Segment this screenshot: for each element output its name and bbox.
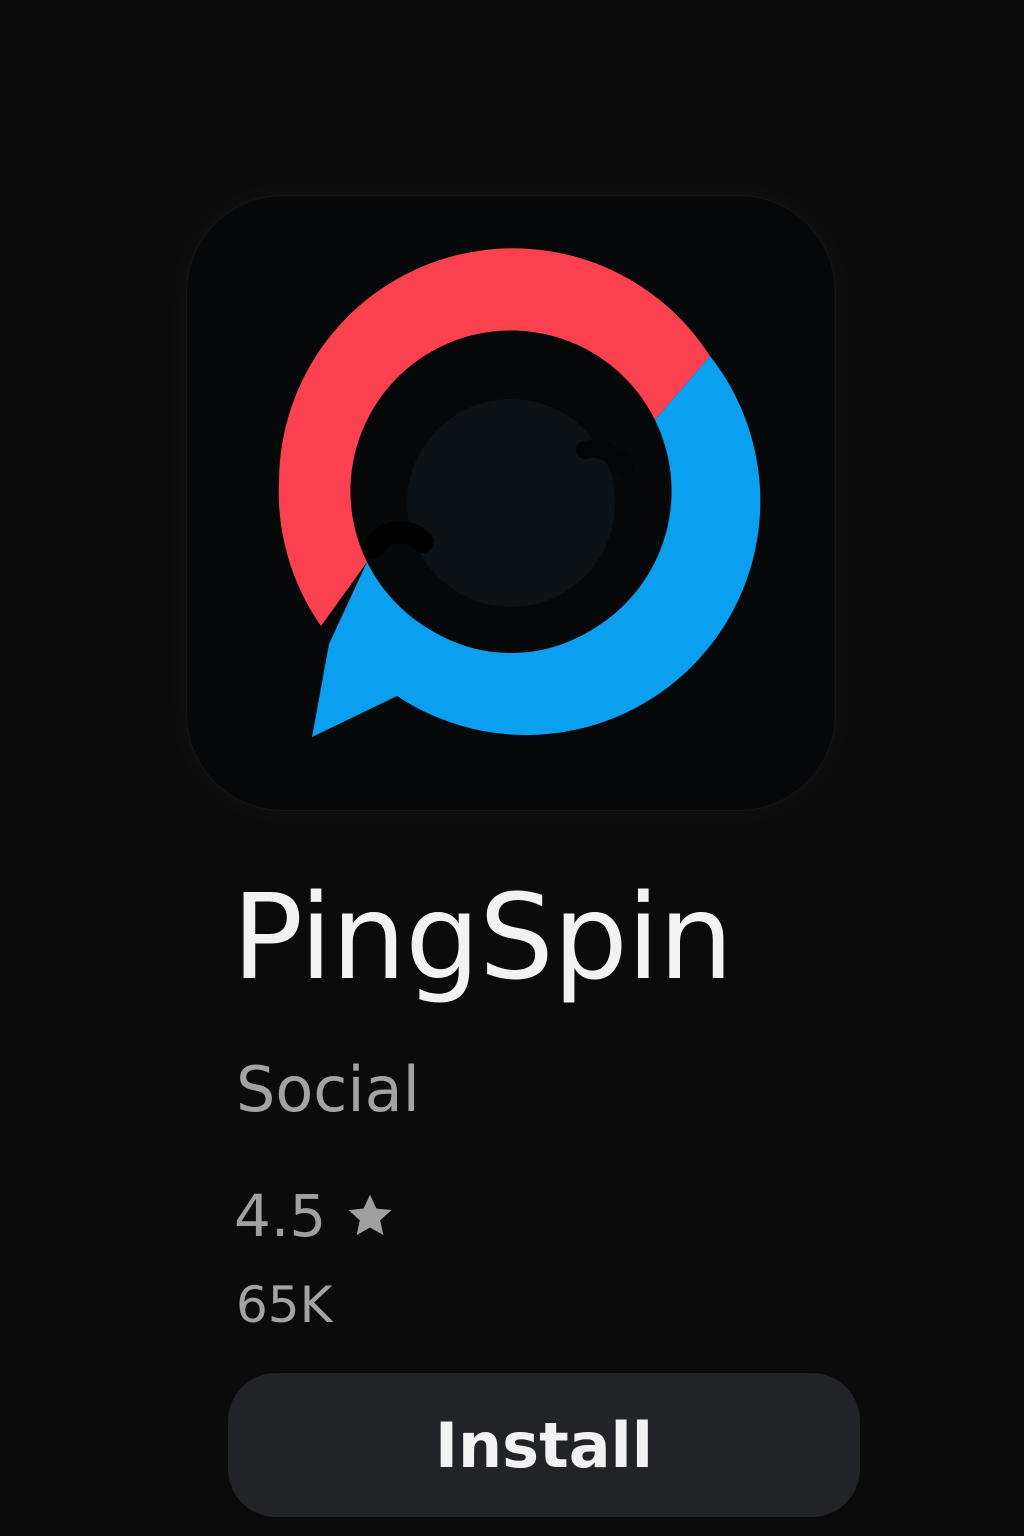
app-name: PingSpin [232,868,733,1006]
pingspin-logo-icon [278,248,761,737]
star-icon [348,1194,392,1236]
app-icon [187,196,835,810]
install-button[interactable]: Install [228,1373,860,1517]
rating-row: 4.5 [234,1180,396,1252]
download-count: 65K [236,1276,333,1334]
logo-center-disc [407,399,615,607]
rating-value: 4.5 [234,1182,327,1250]
app-category[interactable]: Social [236,1050,420,1130]
